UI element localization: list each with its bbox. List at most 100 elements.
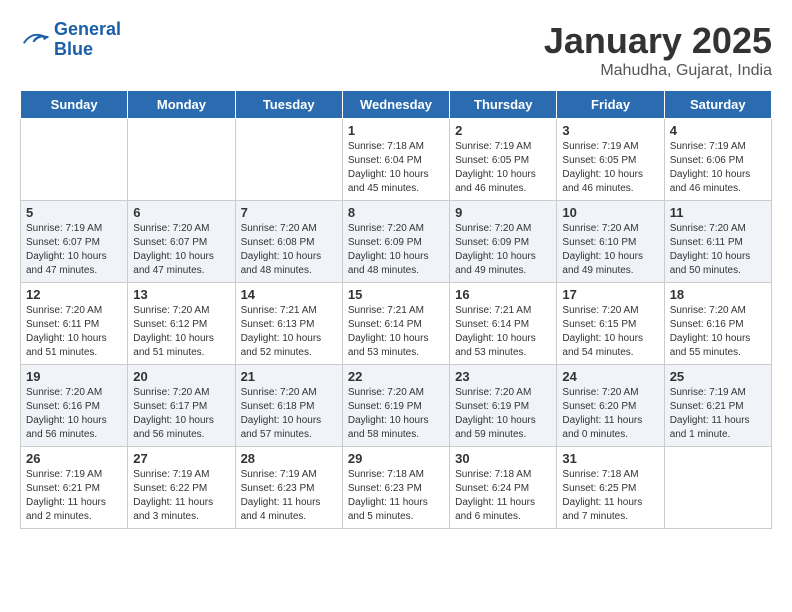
day-number: 8	[348, 205, 444, 220]
day-number: 27	[133, 451, 229, 466]
day-info: Sunrise: 7:20 AM Sunset: 6:12 PM Dayligh…	[133, 304, 229, 360]
day-cell: 9Sunrise: 7:20 AM Sunset: 6:09 PM Daylig…	[450, 201, 557, 283]
day-number: 5	[26, 205, 122, 220]
day-number: 4	[670, 123, 766, 138]
col-wednesday: Wednesday	[342, 91, 449, 119]
day-cell: 7 Sunrise: 7:20 AM Sunset: 6:08 PM Daylig…	[235, 201, 342, 283]
day-number: 6	[133, 205, 229, 220]
day-cell: 14Sunrise: 7:21 AM Sunset: 6:13 PM Dayli…	[235, 283, 342, 365]
day-number: 16	[455, 287, 551, 302]
day-info: Sunrise: 7:19 AM Sunset: 6:21 PM Dayligh…	[26, 468, 122, 524]
day-cell	[128, 119, 235, 201]
title-section: January 2025 Mahudha, Gujarat, India	[544, 20, 772, 80]
day-info: Sunrise: 7:19 AM Sunset: 6:05 PM Dayligh…	[455, 140, 551, 196]
day-cell: 8 Sunrise: 7:20 AM Sunset: 6:09 PM Daylig…	[342, 201, 449, 283]
day-cell: 15Sunrise: 7:21 AM Sunset: 6:14 PM Dayli…	[342, 283, 449, 365]
day-info: Sunrise: 7:20 AM Sunset: 6:19 PM Dayligh…	[455, 386, 551, 442]
day-cell: 21Sunrise: 7:20 AM Sunset: 6:18 PM Dayli…	[235, 365, 342, 447]
col-thursday: Thursday	[450, 91, 557, 119]
day-info: Sunrise: 7:19 AM Sunset: 6:23 PM Dayligh…	[241, 468, 337, 524]
logo-icon	[20, 27, 50, 52]
day-info: Sunrise: 7:19 AM Sunset: 6:22 PM Dayligh…	[133, 468, 229, 524]
day-cell: 11 Sunrise: 7:20 AM Sunset: 6:11 PM Dayli…	[664, 201, 771, 283]
header-row: Sunday Monday Tuesday Wednesday Thursday…	[21, 91, 772, 119]
day-info: Sunrise: 7:20 AM Sunset: 6:07 PM Dayligh…	[133, 222, 229, 278]
day-cell: 10 Sunrise: 7:20 AM Sunset: 6:10 PM Dayli…	[557, 201, 664, 283]
day-number: 24	[562, 369, 658, 384]
day-number: 25	[670, 369, 766, 384]
day-info: Sunrise: 7:21 AM Sunset: 6:13 PM Dayligh…	[241, 304, 337, 360]
logo-text: General Blue	[54, 20, 121, 60]
day-number: 3	[562, 123, 658, 138]
day-info: Sunrise: 7:20 AM Sunset: 6:16 PM Dayligh…	[26, 386, 122, 442]
day-cell: 5 Sunrise: 7:19 AM Sunset: 6:07 PM Daylig…	[21, 201, 128, 283]
day-cell: 25 Sunrise: 7:19 AM Sunset: 6:21 PM Dayli…	[664, 365, 771, 447]
day-number: 17	[562, 287, 658, 302]
day-number: 26	[26, 451, 122, 466]
day-info: Sunrise: 7:20 AM Sunset: 6:10 PM Dayligh…	[562, 222, 658, 278]
day-number: 21	[241, 369, 337, 384]
day-number: 20	[133, 369, 229, 384]
day-cell: 6 Sunrise: 7:20 AM Sunset: 6:07 PM Daylig…	[128, 201, 235, 283]
calendar-table: Sunday Monday Tuesday Wednesday Thursday…	[20, 90, 772, 529]
day-info: Sunrise: 7:21 AM Sunset: 6:14 PM Dayligh…	[348, 304, 444, 360]
day-number: 23	[455, 369, 551, 384]
day-cell: 1Sunrise: 7:18 AM Sunset: 6:04 PM Daylig…	[342, 119, 449, 201]
day-number: 12	[26, 287, 122, 302]
col-sunday: Sunday	[21, 91, 128, 119]
day-info: Sunrise: 7:20 AM Sunset: 6:20 PM Dayligh…	[562, 386, 658, 442]
day-info: Sunrise: 7:20 AM Sunset: 6:09 PM Dayligh…	[348, 222, 444, 278]
day-info: Sunrise: 7:18 AM Sunset: 6:24 PM Dayligh…	[455, 468, 551, 524]
day-number: 13	[133, 287, 229, 302]
day-cell: 24 Sunrise: 7:20 AM Sunset: 6:20 PM Dayli…	[557, 365, 664, 447]
col-friday: Friday	[557, 91, 664, 119]
day-info: Sunrise: 7:20 AM Sunset: 6:15 PM Dayligh…	[562, 304, 658, 360]
day-number: 1	[348, 123, 444, 138]
day-cell: 28Sunrise: 7:19 AM Sunset: 6:23 PM Dayli…	[235, 447, 342, 529]
calendar-title: January 2025	[544, 20, 772, 62]
day-info: Sunrise: 7:18 AM Sunset: 6:25 PM Dayligh…	[562, 468, 658, 524]
col-tuesday: Tuesday	[235, 91, 342, 119]
day-number: 7	[241, 205, 337, 220]
week-row-4: 19 Sunrise: 7:20 AM Sunset: 6:16 PM Dayli…	[21, 365, 772, 447]
logo: General Blue	[20, 20, 121, 60]
day-info: Sunrise: 7:20 AM Sunset: 6:16 PM Dayligh…	[670, 304, 766, 360]
day-info: Sunrise: 7:18 AM Sunset: 6:23 PM Dayligh…	[348, 468, 444, 524]
day-number: 19	[26, 369, 122, 384]
day-info: Sunrise: 7:20 AM Sunset: 6:11 PM Dayligh…	[670, 222, 766, 278]
page-header: General Blue January 2025 Mahudha, Gujar…	[20, 20, 772, 80]
day-number: 2	[455, 123, 551, 138]
day-number: 9	[455, 205, 551, 220]
day-info: Sunrise: 7:20 AM Sunset: 6:17 PM Dayligh…	[133, 386, 229, 442]
day-number: 22	[348, 369, 444, 384]
day-info: Sunrise: 7:19 AM Sunset: 6:05 PM Dayligh…	[562, 140, 658, 196]
day-cell: 3 Sunrise: 7:19 AM Sunset: 6:05 PM Daylig…	[557, 119, 664, 201]
day-info: Sunrise: 7:21 AM Sunset: 6:14 PM Dayligh…	[455, 304, 551, 360]
day-cell: 30 Sunrise: 7:18 AM Sunset: 6:24 PM Dayli…	[450, 447, 557, 529]
col-monday: Monday	[128, 91, 235, 119]
day-info: Sunrise: 7:20 AM Sunset: 6:08 PM Dayligh…	[241, 222, 337, 278]
day-number: 10	[562, 205, 658, 220]
day-cell: 23 Sunrise: 7:20 AM Sunset: 6:19 PM Dayli…	[450, 365, 557, 447]
day-cell: 18Sunrise: 7:20 AM Sunset: 6:16 PM Dayli…	[664, 283, 771, 365]
day-cell: 17 Sunrise: 7:20 AM Sunset: 6:15 PM Dayli…	[557, 283, 664, 365]
day-number: 11	[670, 205, 766, 220]
day-cell: 20 Sunrise: 7:20 AM Sunset: 6:17 PM Dayli…	[128, 365, 235, 447]
week-row-5: 26 Sunrise: 7:19 AM Sunset: 6:21 PM Dayli…	[21, 447, 772, 529]
day-cell: 12Sunrise: 7:20 AM Sunset: 6:11 PM Dayli…	[21, 283, 128, 365]
day-cell: 19 Sunrise: 7:20 AM Sunset: 6:16 PM Dayli…	[21, 365, 128, 447]
day-info: Sunrise: 7:19 AM Sunset: 6:07 PM Dayligh…	[26, 222, 122, 278]
week-row-3: 12Sunrise: 7:20 AM Sunset: 6:11 PM Dayli…	[21, 283, 772, 365]
day-info: Sunrise: 7:19 AM Sunset: 6:06 PM Dayligh…	[670, 140, 766, 196]
week-row-1: 1Sunrise: 7:18 AM Sunset: 6:04 PM Daylig…	[21, 119, 772, 201]
day-number: 31	[562, 451, 658, 466]
day-number: 30	[455, 451, 551, 466]
day-cell	[21, 119, 128, 201]
day-cell: 13 Sunrise: 7:20 AM Sunset: 6:12 PM Dayli…	[128, 283, 235, 365]
day-info: Sunrise: 7:20 AM Sunset: 6:19 PM Dayligh…	[348, 386, 444, 442]
day-info: Sunrise: 7:19 AM Sunset: 6:21 PM Dayligh…	[670, 386, 766, 442]
day-cell: 26 Sunrise: 7:19 AM Sunset: 6:21 PM Dayli…	[21, 447, 128, 529]
day-number: 29	[348, 451, 444, 466]
week-row-2: 5 Sunrise: 7:19 AM Sunset: 6:07 PM Daylig…	[21, 201, 772, 283]
day-cell: 22 Sunrise: 7:20 AM Sunset: 6:19 PM Dayli…	[342, 365, 449, 447]
